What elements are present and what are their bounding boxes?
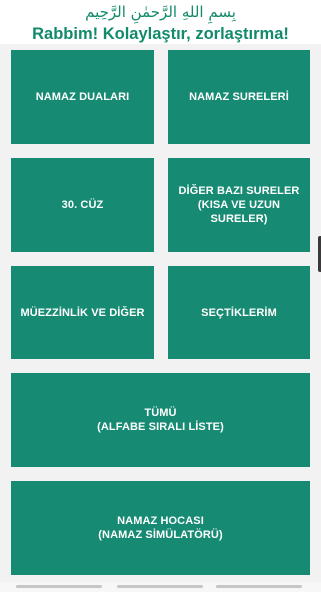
tile-label: MÜEZZİNLİK VE DİĞER — [20, 306, 145, 319]
bismillah-text: بِسمِ اللهِ الرَّحمٰنِ الرَّحِيم — [85, 3, 236, 21]
namaz-dualari-button[interactable]: NAMAZ DUALARI — [11, 50, 154, 144]
muezzinlik-button[interactable]: MÜEZZİNLİK VE DİĞER — [11, 266, 154, 359]
tile-label: NAMAZ HOCASI (NAMAZ SİMÜLATÖRÜ) — [98, 515, 223, 541]
tile-label: NAMAZ DUALARI — [35, 91, 130, 103]
tile-label: SEÇTİKLERİM — [201, 306, 277, 319]
diger-bazi-sureler-button[interactable]: DİĞER BAZI SURELER (KISA VE UZUN SURELER… — [168, 158, 310, 252]
namaz-sureleri-button[interactable]: NAMAZ SURELERİ — [168, 50, 310, 144]
nav-home-indicator[interactable] — [117, 585, 203, 588]
otuzuncu-cuz-button[interactable]: 30. CÜZ — [11, 158, 154, 252]
namaz-hocasi-button[interactable]: NAMAZ HOCASI (NAMAZ SİMÜLATÖRÜ) — [11, 481, 310, 575]
tile-label: NAMAZ SURELERİ — [189, 91, 289, 103]
system-navigation-bar — [0, 582, 321, 592]
nav-recents-indicator[interactable] — [216, 585, 302, 588]
tile-label: DİĞER BAZI SURELER (KISA VE UZUN SURELER… — [178, 185, 300, 225]
app-header: بِسمِ اللهِ الرَّحمٰنِ الرَّحِيم Rabbim!… — [0, 0, 321, 44]
sectiklerim-button[interactable]: SEÇTİKLERİM — [168, 266, 310, 359]
tumu-alfabe-button[interactable]: TÜMÜ (ALFABE SIRALI LİSTE) — [11, 373, 310, 467]
tile-label: 30. CÜZ — [61, 199, 104, 211]
header-subtitle: Rabbim! Kolaylaştır, zorlaştırma! — [32, 25, 289, 43]
nav-back-indicator[interactable] — [16, 585, 102, 588]
tile-label: TÜMÜ (ALFABE SIRALI LİSTE) — [97, 407, 224, 433]
